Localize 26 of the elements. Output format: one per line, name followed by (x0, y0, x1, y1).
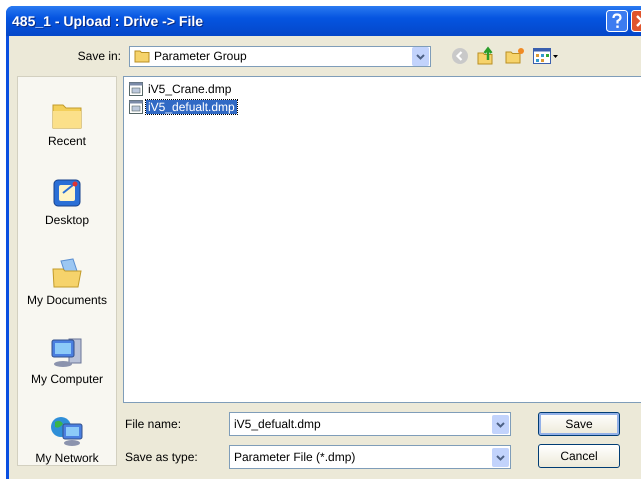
dialog-button[interactable]: Cancel (538, 444, 620, 468)
folder-icon (134, 49, 150, 63)
documents-folder-icon (51, 256, 83, 289)
save-as-type-dropdown[interactable]: Parameter File (*.dmp) (229, 445, 511, 469)
file-icon (128, 99, 144, 115)
desktop-icon (51, 177, 83, 210)
view-menu-icon[interactable] (533, 48, 559, 64)
save-in-dropdown[interactable]: Parameter Group (129, 46, 431, 66)
window-title: 485_1 - Upload : Drive -> File (12, 13, 204, 29)
place-item[interactable]: My Network (35, 404, 99, 466)
computer-icon (50, 336, 84, 368)
file-name[interactable]: iV5_defualt.dmp (146, 100, 237, 114)
file-icon (128, 81, 144, 97)
place-item[interactable]: Recent (48, 87, 86, 148)
network-icon (50, 415, 84, 448)
new-folder-icon[interactable] (505, 47, 525, 65)
place-item[interactable]: Desktop (44, 166, 90, 228)
file-name-label: File name: (124, 417, 182, 431)
dialog-button[interactable]: Save (538, 412, 620, 436)
place-item[interactable]: My Computer (30, 324, 104, 386)
save-as-type-label: Save as type: (124, 450, 199, 464)
place-item[interactable]: My Documents (26, 245, 108, 307)
save-in-label: Save in: (76, 49, 122, 63)
help-icon[interactable] (606, 10, 628, 32)
file-name-field[interactable]: iV5_defualt.dmp (229, 412, 511, 436)
file-name[interactable]: iV5_Crane.dmp (146, 82, 234, 96)
